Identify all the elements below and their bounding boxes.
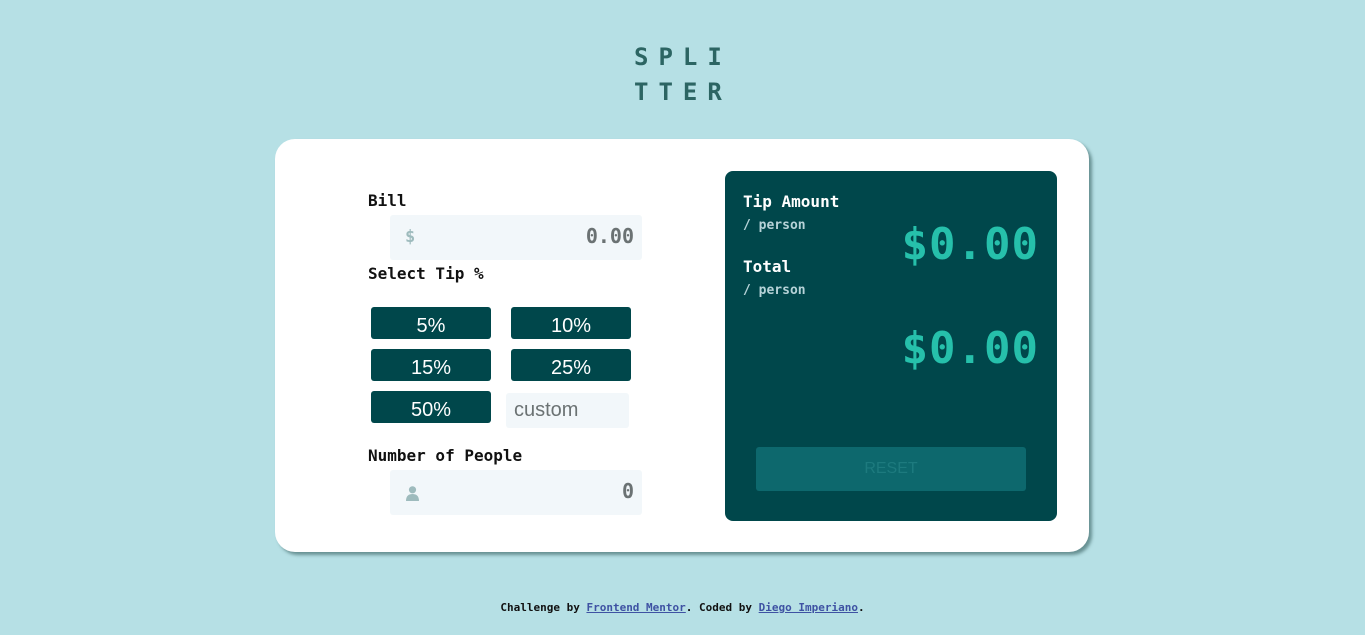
tip-15-button[interactable]: 15% xyxy=(371,349,491,381)
footer-suffix: . xyxy=(858,601,865,614)
bill-value: 0.00 xyxy=(585,224,634,248)
total-per-person: / person xyxy=(743,283,806,298)
tip-5-button[interactable]: 5% xyxy=(371,307,491,339)
tip-amount-label: Tip Amount xyxy=(743,192,840,211)
dollar-icon: $ xyxy=(405,227,416,247)
logo-line-1: SPLI xyxy=(634,43,732,71)
author-link[interactable]: Diego Imperiano xyxy=(759,601,858,614)
person-icon xyxy=(406,486,419,501)
bill-input[interactable]: $ 0.00 xyxy=(390,215,642,260)
tip-amount-per-person: / person xyxy=(743,218,806,233)
footer-middle: . Coded by xyxy=(685,601,759,614)
tip-amount-value: $0.00 xyxy=(901,219,1039,270)
tip-50-button[interactable]: 50% xyxy=(371,391,491,423)
bill-label: Bill xyxy=(368,191,407,210)
total-value: $0.00 xyxy=(901,323,1039,374)
footer-prefix: Challenge by xyxy=(500,601,587,614)
logo: SPLI TTER xyxy=(634,40,734,110)
people-input[interactable]: 0 xyxy=(390,470,642,515)
attribution-footer: Challenge by Frontend Mentor. Coded by D… xyxy=(0,601,1365,614)
reset-button[interactable]: RESET xyxy=(756,447,1026,491)
results-panel: Tip Amount / person $0.00 Total / person… xyxy=(725,171,1057,521)
select-tip-label: Select Tip % xyxy=(368,264,484,283)
people-value: 0 xyxy=(621,479,634,503)
custom-tip-input[interactable]: custom xyxy=(506,393,629,428)
frontend-mentor-link[interactable]: Frontend Mentor xyxy=(586,601,685,614)
total-label: Total xyxy=(743,257,792,276)
people-label: Number of People xyxy=(368,446,523,465)
logo-line-2: TTER xyxy=(634,78,732,106)
tip-10-button[interactable]: 10% xyxy=(511,307,631,339)
tip-25-button[interactable]: 25% xyxy=(511,349,631,381)
